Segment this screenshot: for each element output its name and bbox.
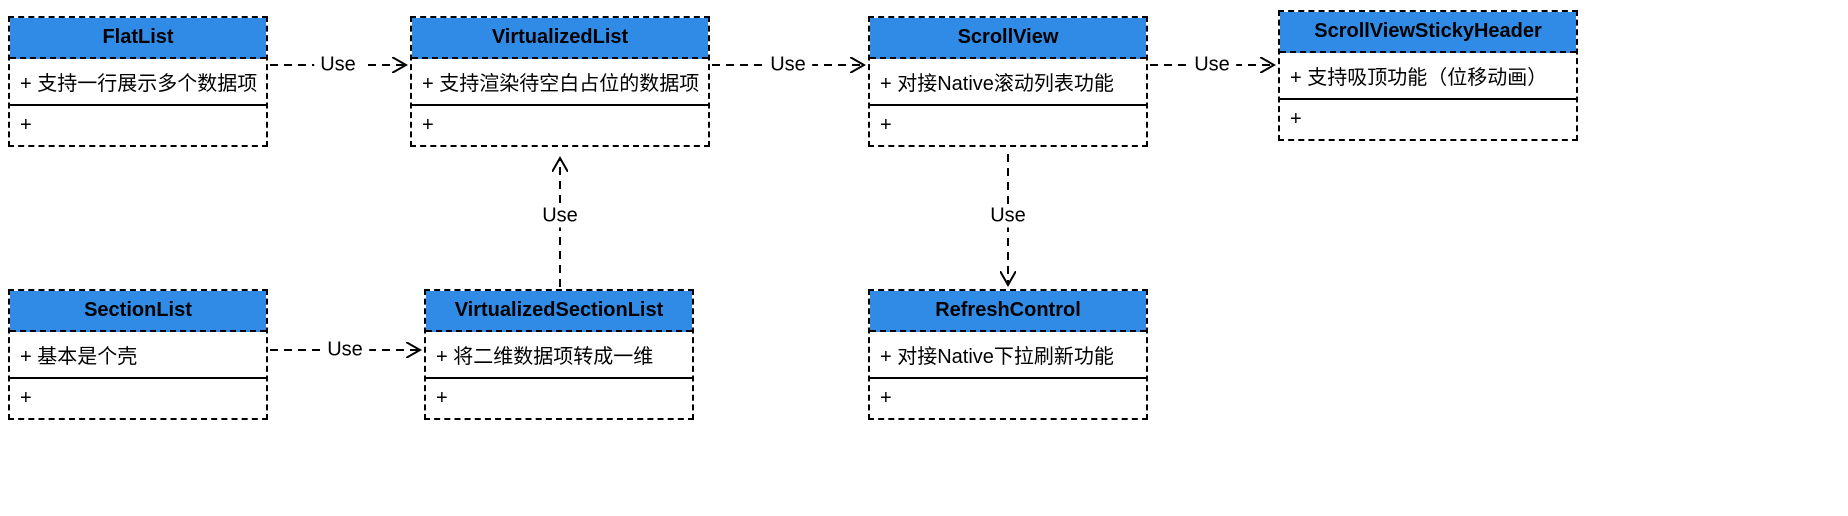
class-refreshcontrol: RefreshControl + 对接Native下拉刷新功能 + [868,289,1148,420]
class-refreshcontrol-attr: + 对接Native下拉刷新功能 [870,332,1146,379]
class-virtualizedsectionlist-name: VirtualizedSectionList [426,291,692,332]
class-virtualizedlist-attr: + 支持渲染待空白占位的数据项 [412,59,708,106]
class-scrollview-name: ScrollView [870,18,1146,59]
class-flatlist-name: FlatList [10,18,266,59]
class-scrollview-attr: + 对接Native滚动列表功能 [870,59,1146,106]
class-virtualizedsectionlist-attr: + 将二维数据项转成一维 [426,332,692,379]
class-flatlist: FlatList + 支持一行展示多个数据项 + [8,16,268,147]
class-flatlist-method: + [10,106,266,145]
edge-label-sectionlist-vsection: Use [321,339,369,362]
class-sectionlist-name: SectionList [10,291,266,332]
class-stickyheader: ScrollViewStickyHeader + 支持吸顶功能（位移动画） + [1278,10,1578,141]
class-stickyheader-name: ScrollViewStickyHeader [1280,12,1576,53]
class-virtualizedsectionlist-method: + [426,379,692,418]
class-scrollview-method: + [870,106,1146,145]
class-sectionlist: SectionList + 基本是个壳 + [8,289,268,420]
edge-label-scrollview-stickyheader: Use [1188,54,1236,77]
class-stickyheader-method: + [1280,100,1576,139]
edge-label-vsection-virtualizedlist: Use [536,205,584,228]
class-refreshcontrol-name: RefreshControl [870,291,1146,332]
class-stickyheader-attr: + 支持吸顶功能（位移动画） [1280,53,1576,100]
edge-label-virtualizedlist-scrollview: Use [764,54,812,77]
edge-label-flatlist-virtualizedlist: Use [314,54,362,77]
class-virtualizedsectionlist: VirtualizedSectionList + 将二维数据项转成一维 + [424,289,694,420]
class-sectionlist-method: + [10,379,266,418]
edge-label-scrollview-refreshcontrol: Use [984,205,1032,228]
class-refreshcontrol-method: + [870,379,1146,418]
class-scrollview: ScrollView + 对接Native滚动列表功能 + [868,16,1148,147]
class-virtualizedlist-method: + [412,106,708,145]
class-sectionlist-attr: + 基本是个壳 [10,332,266,379]
class-virtualizedlist-name: VirtualizedList [412,18,708,59]
class-flatlist-attr: + 支持一行展示多个数据项 [10,59,266,106]
class-virtualizedlist: VirtualizedList + 支持渲染待空白占位的数据项 + [410,16,710,147]
